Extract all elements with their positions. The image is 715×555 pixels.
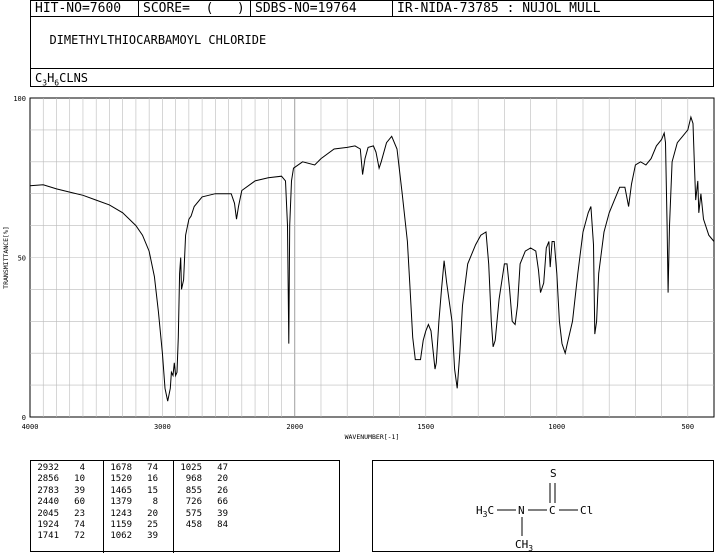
- peak-row: 1520 16: [104, 474, 158, 485]
- peak-transmittance: 25: [147, 519, 158, 530]
- peak-wavenumber: 2783: [37, 485, 59, 496]
- x-axis-label: WAVENUMBER[-1]: [345, 433, 400, 440]
- peak-wavenumber: 855: [185, 485, 202, 496]
- peak-row: 1379 8: [104, 497, 158, 508]
- peak-transmittance: 74: [147, 463, 158, 473]
- compound-name-box: DIMETHYLTHIOCARBAMOYL CHLORIDE: [30, 16, 714, 69]
- score: SCORE= ( ): [139, 1, 251, 16]
- x-tick-label: 500: [681, 423, 694, 431]
- y-tick-label: 0: [22, 414, 26, 422]
- y-tick-label: 50: [18, 255, 26, 263]
- carbon-atom: C: [549, 504, 556, 517]
- y-tick-label: 100: [13, 95, 26, 103]
- x-tick-label: 1000: [548, 423, 565, 431]
- peak-row: 2856 10: [31, 474, 85, 485]
- compound-name: DIMETHYLTHIOCARBAMOYL CHLORIDE: [49, 33, 267, 47]
- peak-row: 2783 39: [31, 486, 85, 497]
- peak-transmittance: 66: [217, 497, 228, 508]
- peak-wavenumber: 2932: [37, 463, 59, 473]
- peak-wavenumber: 1243: [110, 508, 132, 519]
- peak-row: 1678 74: [104, 463, 158, 474]
- peak-wavenumber: 1465: [110, 485, 132, 496]
- peak-transmittance: 84: [217, 519, 228, 530]
- peak-transmittance: 47: [217, 463, 228, 473]
- peak-transmittance: 8: [152, 497, 158, 508]
- peak-column: 2932 4 2856 10 2783 39 2440 60 2045 23 1924 74 1741 7…: [31, 463, 85, 549]
- ir-info: IR-NIDA-73785 : NUJOL MULL: [397, 1, 601, 16]
- peak-transmittance: 60: [74, 497, 85, 508]
- y-axis-label: TRANSMITTANCE[%]: [2, 226, 10, 289]
- peak-wavenumber: 1924: [37, 519, 59, 530]
- hit-number: HIT-NO=7600: [31, 1, 139, 16]
- peak-transmittance: 72: [74, 531, 85, 542]
- peak-transmittance: 74: [74, 519, 85, 530]
- peak-column: 1025 47 968 20 855 26 726 66 575 39 458 84: [173, 461, 228, 553]
- methyl-left: H3C: [476, 504, 494, 519]
- peak-wavenumber: 2856: [37, 474, 59, 485]
- peak-wavenumber: 1062: [110, 531, 132, 542]
- molecular-formula: C3H6CLNS: [35, 71, 89, 88]
- peak-transmittance: 39: [217, 508, 228, 519]
- peak-wavenumber: 1741: [37, 531, 59, 542]
- peak-transmittance: 26: [217, 485, 228, 496]
- peak-row: 1465 15: [104, 486, 158, 497]
- peak-transmittance: 4: [79, 463, 85, 473]
- peak-row: 2440 60: [31, 497, 85, 508]
- peak-transmittance: 10: [74, 474, 85, 485]
- formula-box: C3H6CLNS: [30, 68, 714, 87]
- sulfur-atom: S: [550, 467, 557, 480]
- peak-wavenumber: 2440: [37, 497, 59, 508]
- header-bar: HIT-NO=7600 SCORE= ( ) SDBS-NO=19764 IR-…: [30, 0, 714, 17]
- peak-table: 2932 4 2856 10 2783 39 2440 60 2045 23 1924 74 1741 7…: [30, 460, 340, 553]
- peak-transmittance: 15: [147, 485, 158, 496]
- peak-row: 1062 39: [104, 531, 158, 542]
- peak-row: 1159 25: [104, 520, 158, 531]
- peak-row: 575 39: [174, 509, 228, 520]
- peak-column: 1678 74 1520 16 1465 15 1379 8 1243 20 1159 25 1062 3…: [103, 461, 158, 553]
- chlorine-atom: Cl: [580, 504, 593, 517]
- peak-wavenumber: 1025: [180, 463, 202, 473]
- peak-transmittance: 23: [74, 508, 85, 519]
- peak-wavenumber: 968: [185, 474, 202, 485]
- methyl-bottom: CH3: [515, 538, 533, 551]
- ir-spectrum-chart: 4000 3000 2000 1500 1000 500 0 50 100 WAVENUMBER[…: [2, 95, 715, 440]
- peak-row: 855 26: [174, 486, 228, 497]
- nitrogen-atom: N: [518, 504, 525, 517]
- peak-row: 968 20: [174, 474, 228, 485]
- peak-wavenumber: 1159: [110, 519, 132, 530]
- peak-row: 1924 74: [31, 520, 85, 531]
- peak-row: 458 84: [174, 520, 228, 531]
- peak-transmittance: 20: [147, 508, 158, 519]
- peak-transmittance: 16: [147, 474, 158, 485]
- peak-transmittance: 20: [217, 474, 228, 485]
- peak-row: 1025 47: [174, 463, 228, 474]
- peak-wavenumber: 1520: [110, 474, 132, 485]
- peak-wavenumber: 1678: [110, 463, 132, 473]
- peak-row: 1741 72: [31, 531, 85, 542]
- sdbs-number: SDBS-NO=19764: [251, 1, 393, 16]
- peak-wavenumber: 575: [185, 508, 202, 519]
- peak-wavenumber: 726: [185, 497, 202, 508]
- x-tick-label: 3000: [154, 423, 171, 431]
- peak-row: 2045 23: [31, 509, 85, 520]
- peak-wavenumber: 1379: [110, 497, 132, 508]
- structure-drawing: S H3C N C Cl CH3: [476, 467, 593, 553]
- peak-row: 2932 4: [31, 463, 85, 474]
- peak-row: 1243 20: [104, 509, 158, 520]
- x-tick-label: 2000: [286, 423, 303, 431]
- peak-transmittance: 39: [147, 531, 158, 542]
- spectrum-line-0: [29, 115, 715, 402]
- peak-transmittance: 39: [74, 485, 85, 496]
- peak-row: 726 66: [174, 497, 228, 508]
- x-tick-label: 4000: [22, 423, 39, 431]
- peak-wavenumber: 2045: [37, 508, 59, 519]
- x-tick-label: 1500: [417, 423, 434, 431]
- chemical-structure: S H3C N C Cl CH3: [372, 460, 714, 553]
- peak-wavenumber: 458: [185, 519, 202, 530]
